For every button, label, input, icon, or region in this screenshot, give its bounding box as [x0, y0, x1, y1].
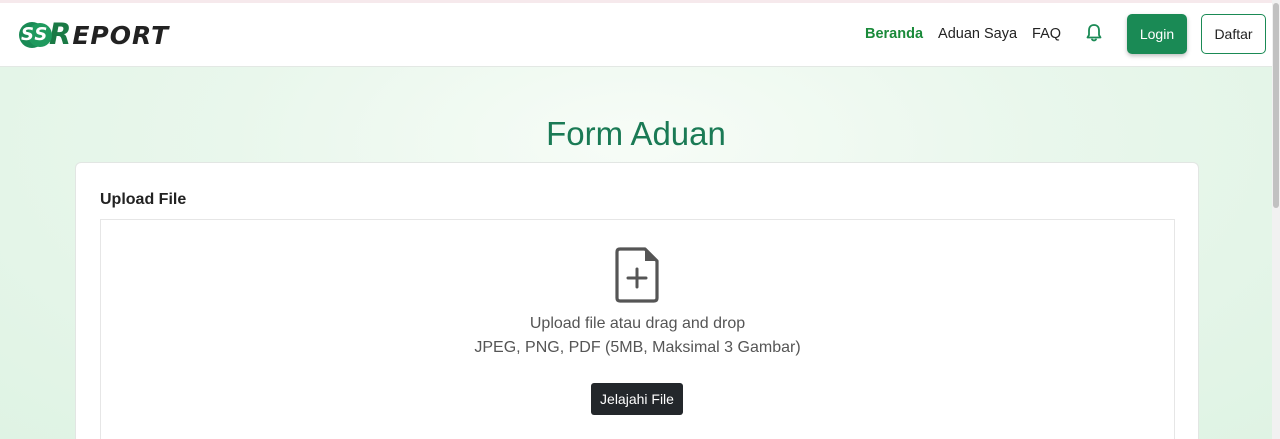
- upload-dropzone[interactable]: Upload file atau drag and drop JPEG, PNG…: [100, 219, 1175, 439]
- bell-icon[interactable]: [1085, 23, 1103, 43]
- scrollbar-thumb[interactable]: [1273, 3, 1279, 208]
- navbar: SS REPORT Beranda Aduan Saya FAQ Login Da…: [0, 3, 1272, 67]
- browse-file-button[interactable]: Jelajahi File: [591, 383, 683, 415]
- upload-label: Upload File: [100, 191, 187, 208]
- file-plus-icon: [615, 247, 659, 303]
- complaint-form-card: Upload File Upload file atau drag and dr…: [75, 162, 1199, 439]
- login-button[interactable]: Login: [1127, 14, 1187, 54]
- nav-aduan-saya[interactable]: Aduan Saya: [938, 26, 1017, 42]
- nav-faq[interactable]: FAQ: [1032, 26, 1061, 42]
- page-title: Form Aduan: [546, 115, 726, 152]
- logo-text: SS REPORT: [21, 17, 170, 51]
- register-button[interactable]: Daftar: [1201, 14, 1266, 54]
- upload-formats: JPEG, PNG, PDF (5MB, Maksimal 3 Gambar): [474, 339, 801, 356]
- scrollbar[interactable]: [1272, 0, 1280, 439]
- logo[interactable]: SS REPORT: [18, 17, 170, 52]
- nav-links: Beranda Aduan Saya FAQ: [865, 26, 1076, 42]
- upload-instruction: Upload file atau drag and drop: [529, 315, 746, 332]
- nav-beranda[interactable]: Beranda: [865, 26, 923, 42]
